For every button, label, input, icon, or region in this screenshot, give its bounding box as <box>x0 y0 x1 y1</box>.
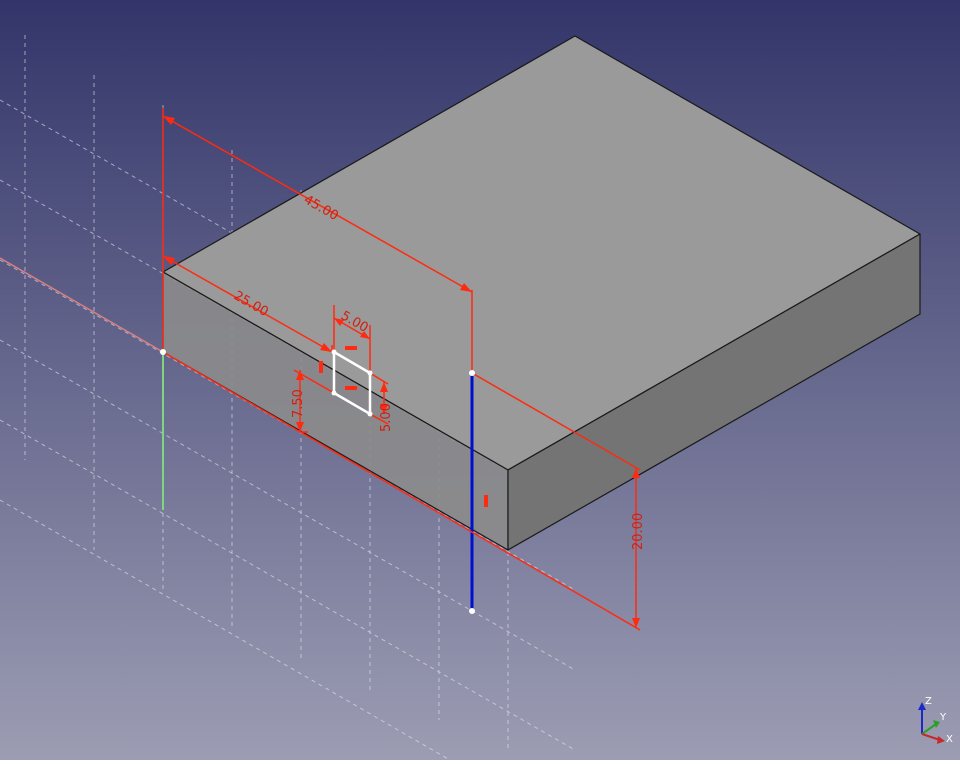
dimension-20[interactable]: 20.00 <box>631 513 646 550</box>
3d-viewport[interactable]: 45.00 25.00 5.00 7.50 5.00 20.00 Z Y X <box>0 0 960 761</box>
axis-label-x: X <box>946 734 953 745</box>
vertical-constraint-blue[interactable] <box>484 495 488 507</box>
axis-label-y: Y <box>939 712 947 723</box>
dimension-5-height[interactable]: 5.00 <box>379 403 394 432</box>
axis-label-z: Z <box>925 696 932 707</box>
horizontal-constraint-top[interactable] <box>345 346 357 350</box>
vertical-constraint-left[interactable] <box>319 361 323 373</box>
horizontal-constraint-bottom[interactable] <box>345 386 357 390</box>
dimension-7-5[interactable]: 7.50 <box>291 389 306 418</box>
